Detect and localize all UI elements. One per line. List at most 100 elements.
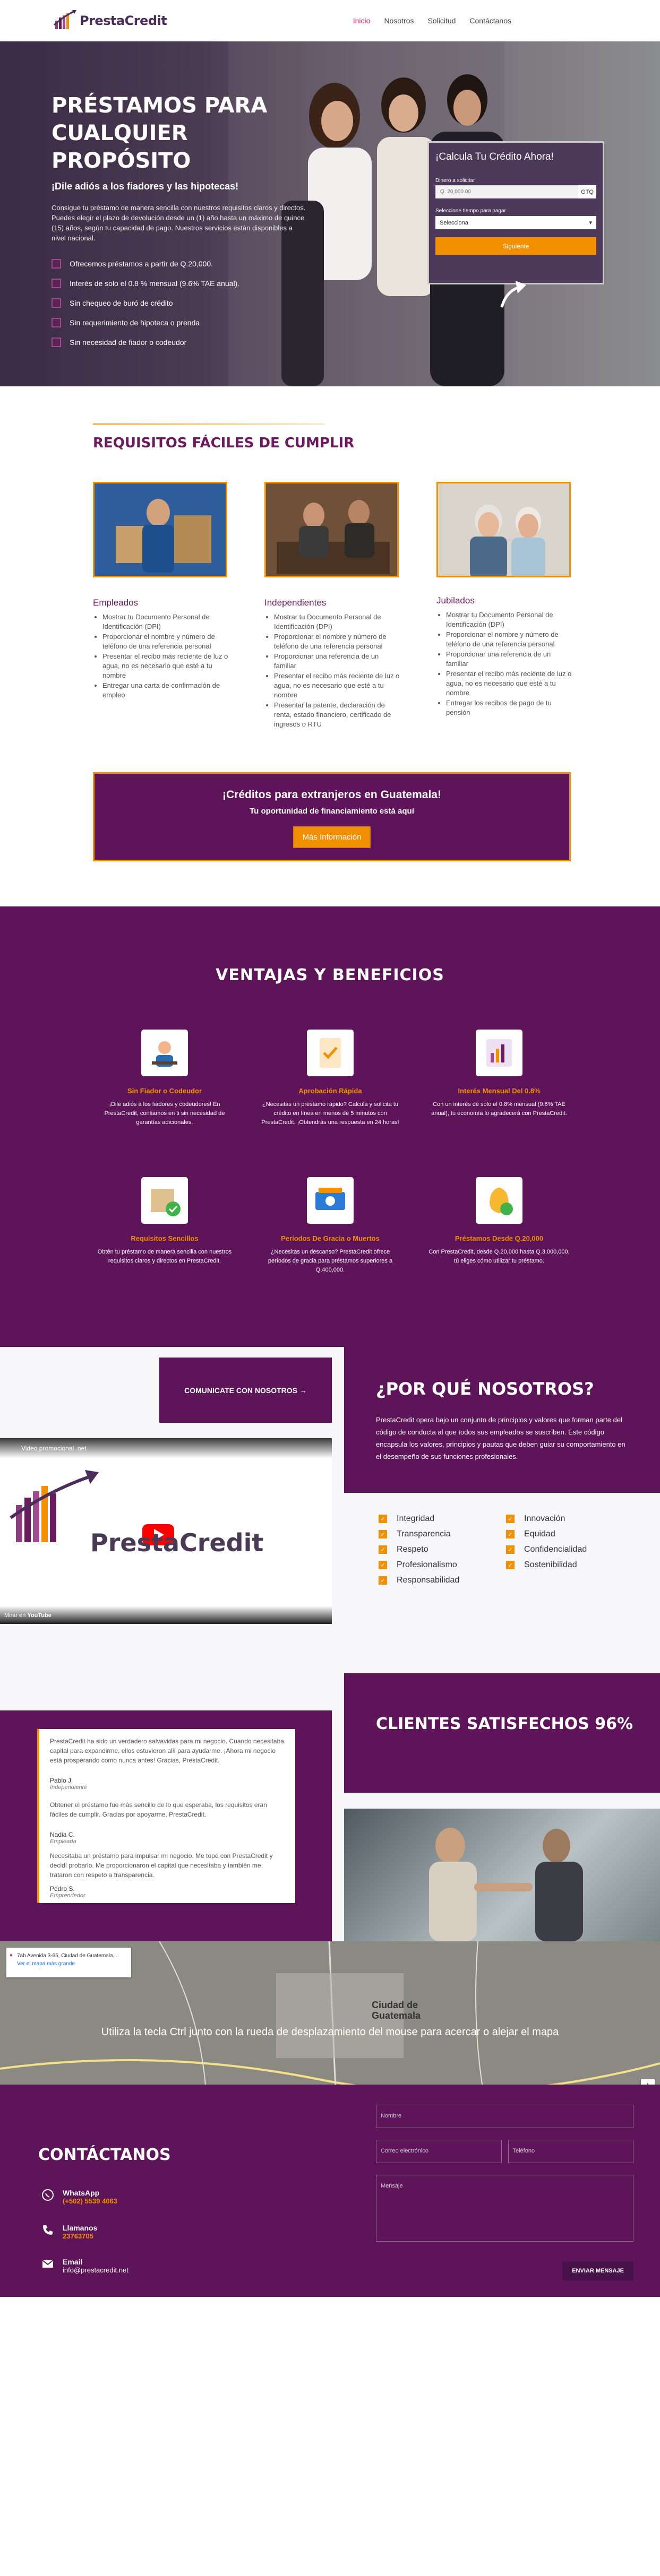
list-item: Proporcionar una referencia de un famili…	[446, 650, 575, 669]
phone-number: 23763705	[63, 2232, 93, 2240]
term-label: Seleccione tiempo para pagar	[435, 208, 506, 214]
next-button[interactable]: Siguiente	[435, 237, 596, 255]
whatsapp-item[interactable]: WhatsApp (+502) 5539 4063	[41, 2189, 117, 2205]
map-address: 7ab Avenida 3-65, Ciudad de Guatemala,..…	[17, 1953, 119, 1959]
testimonial-text: PrestaCredit ha sido un verdadero salvav…	[50, 1737, 284, 1764]
youtube-watch-bar[interactable]: Mirar en YouTube	[0, 1606, 332, 1624]
why-us-text: PrestaCredit opera bajo un conjunto de p…	[376, 1416, 625, 1460]
term-select[interactable]: Selecciona ▾	[435, 216, 596, 229]
name-field[interactable]: Nombre	[376, 2105, 633, 2128]
monthly-interest-icon	[476, 1030, 522, 1076]
phone-label: Llamanos	[63, 2224, 98, 2232]
values-list: ✓ Integridad ✓ Innovación ✓ Transparencia ✓…	[379, 1514, 644, 1585]
site-header: PrestaCredit Inicio Nosotros Solicitud C…	[0, 0, 660, 41]
testimonial-card: Necesitaba un préstamo para impulsar mi …	[37, 1846, 295, 1903]
hero-bullet: Sin chequeo de buró de crédito	[52, 298, 317, 308]
hero-content: PRÉSTAMOS PARA CUALQUIER PROPÓSITO ¡Dile…	[52, 92, 317, 357]
benefit-text: Obtén tu préstamo de manera sencilla con…	[97, 1249, 232, 1264]
email-icon	[42, 2260, 54, 2268]
hero-section: PRÉSTAMOS PARA CUALQUIER PROPÓSITO ¡Dile…	[0, 41, 660, 386]
value-item: ✓ Respeto	[379, 1545, 506, 1554]
requirements-independents: Independientes Mostrar tu Documento Pers…	[264, 482, 402, 730]
contact-section: CONTÁCTANOS WhatsApp (+502) 5539 4063 Ll…	[0, 2085, 660, 2297]
benefit-title: Períodos De Gracia o Muertos	[281, 1234, 380, 1242]
check-icon: ✓	[379, 1515, 387, 1523]
list-item: Mostrar tu Documento Personal de Identif…	[102, 612, 231, 632]
nav-solicitud[interactable]: Solicitud	[427, 16, 456, 25]
email-label: Email	[63, 2258, 83, 2266]
list-item: Presentar el recibo más reciente de luz …	[274, 671, 402, 700]
chevron-down-icon: ▾	[589, 220, 592, 226]
benefit-card: Requisitos Sencillos Obtén tu préstamo d…	[85, 1177, 244, 1266]
main-nav: Inicio Nosotros Solicitud Contáctanos	[353, 16, 511, 25]
benefits-title: VENTAJAS Y BENEFICIOS	[216, 966, 444, 984]
map-scroll-hint: Utiliza la tecla Ctrl junto con la rueda…	[101, 2026, 559, 2038]
grace-period-icon	[307, 1177, 354, 1224]
title-divider	[93, 423, 324, 425]
fast-approval-icon	[307, 1030, 354, 1076]
hero-bullet: Sin necesidad de fiador o codeudor	[52, 338, 317, 347]
nav-inicio[interactable]: Inicio	[353, 16, 371, 25]
nav-contactanos[interactable]: Contáctanos	[469, 16, 511, 25]
benefit-card: Aprobación Rápida ¿Necesitas un préstamo…	[251, 1030, 410, 1127]
send-message-button[interactable]: ENVIAR MENSAJE	[562, 2261, 633, 2280]
bullet-icon	[52, 318, 61, 327]
phone-field[interactable]: Teléfono	[508, 2140, 633, 2163]
amount-label: Dinero a solicitar	[435, 178, 475, 184]
benefit-card: Períodos De Gracia o Muertos ¿Necesitas …	[251, 1177, 410, 1275]
logo[interactable]: PrestaCredit	[53, 9, 167, 32]
larger-map-link[interactable]: Ver el mapa más grande	[17, 1961, 127, 1967]
clients-title: CLIENTES SATISFECHOS 96%	[376, 1715, 633, 1733]
hero-title: PRÉSTAMOS PARA CUALQUIER PROPÓSITO	[52, 92, 317, 175]
promo-video[interactable]: Video promocional .net PrestaCredit Mira…	[0, 1438, 332, 1624]
nav-nosotros[interactable]: Nosotros	[384, 16, 414, 25]
hero-title-line1: PRÉSTAMOS PARA	[52, 93, 268, 118]
message-field[interactable]: Mensaje	[376, 2175, 633, 2242]
testimonial-card: PrestaCredit ha sido un verdadero salvav…	[37, 1729, 295, 1798]
check-icon: ✓	[506, 1530, 515, 1538]
benefit-card: Interés Mensual Del 0.8% Con un interés …	[419, 1030, 579, 1118]
requirements-title: REQUISITOS FÁCILES DE CUMPLIR	[93, 435, 355, 451]
value-item: ✓ Sostenibilidad	[506, 1560, 633, 1570]
hero-title-line2: CUALQUIER PROPÓSITO	[52, 121, 191, 173]
email-field[interactable]: Correo electrónico	[376, 2140, 502, 2163]
whatsapp-label: WhatsApp	[63, 2189, 100, 2197]
benefit-card: Sin Fiador o Codeudor ¡Dile adiós a los …	[85, 1030, 244, 1127]
benefit-title: Aprobación Rápida	[298, 1087, 362, 1095]
video-title: Video promocional .net	[0, 1438, 332, 1458]
benefit-text: ¿Necesitas un préstamo rápido? Calcula y…	[261, 1101, 399, 1126]
retirees-list: Mostrar tu Documento Personal de Identif…	[436, 610, 575, 718]
map-address-card: ● 7ab Avenida 3-65, Ciudad de Guatemala,…	[6, 1948, 131, 1977]
check-icon: ✓	[379, 1530, 387, 1538]
amount-input[interactable]	[435, 185, 578, 198]
list-item: Presentar el recibo más reciente de luz …	[102, 652, 231, 680]
contact-us-button[interactable]: COMUNICATE CON NOSOTROS →	[159, 1358, 332, 1423]
currency-label: GTQ	[578, 185, 596, 198]
list-item: Proporcionar el nombre y número de teléf…	[446, 630, 575, 649]
contact-form: Nombre Correo electrónico Teléfono Mensa…	[344, 2085, 660, 2297]
youtube-logo: YouTube	[27, 1612, 52, 1619]
employees-title: Empleados	[93, 598, 139, 608]
hero-bullet: Interés de solo el 0.8 % mensual (9.6% T…	[52, 279, 317, 288]
testimonials: PrestaCredit ha sido un verdadero salvav…	[0, 1710, 332, 1941]
why-us-panel: ¿POR QUÉ NOSOTROS? PrestaCredit opera ba…	[344, 1347, 660, 1493]
hero-subtitle: ¡Dile adiós a los fiadores y las hipotec…	[52, 181, 239, 192]
check-icon: ✓	[379, 1545, 387, 1554]
testimonial-role: Empleada	[50, 1838, 76, 1845]
phone-icon	[43, 2225, 53, 2235]
email-item[interactable]: Email info@prestacredit.net	[41, 2258, 128, 2274]
map-city-label: Ciudad de Guatemala	[372, 2000, 421, 2021]
testimonial-role: Emprendedor	[50, 1892, 85, 1899]
brand-name: PrestaCredit	[80, 13, 167, 28]
simple-requirements-icon	[141, 1177, 188, 1224]
value-item: ✓ Profesionalismo	[379, 1560, 506, 1570]
bullet-icon	[52, 279, 61, 288]
benefit-title: Requisitos Sencillos	[131, 1234, 199, 1242]
phone-item[interactable]: Llamanos 23763705	[41, 2224, 97, 2240]
loans-from-icon	[476, 1177, 522, 1224]
foreigners-title: ¡Créditos para extranjeros en Guatemala!	[222, 789, 441, 801]
loan-calculator: ¡Calcula Tu Crédito Ahora! Dinero a soli…	[427, 141, 604, 308]
retirees-title: Jubilados	[436, 595, 475, 606]
more-info-button[interactable]: Más Información	[293, 826, 371, 848]
value-item: ✓ Innovación	[506, 1514, 633, 1524]
